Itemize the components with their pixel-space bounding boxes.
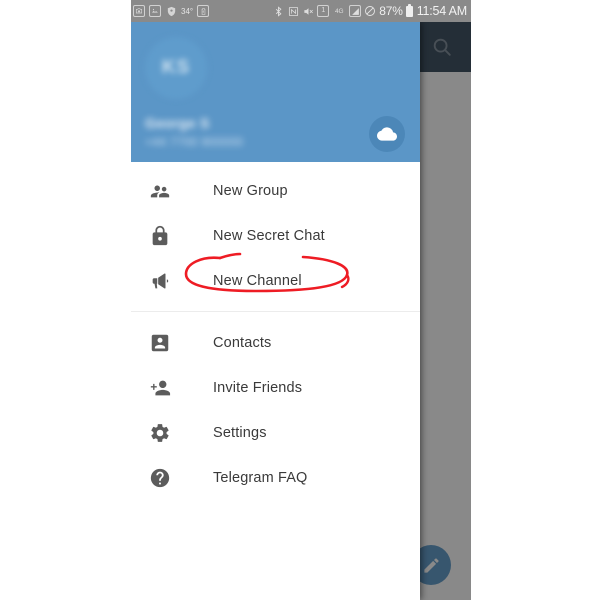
menu-item-settings[interactable]: Settings: [131, 410, 420, 455]
battery-percent-label: 87%: [379, 4, 403, 18]
search-icon[interactable]: [431, 36, 453, 58]
battery-icon: [405, 3, 413, 17]
mute-icon: [302, 5, 314, 17]
screenshot-icon: [133, 5, 145, 17]
avatar[interactable]: KS: [145, 37, 207, 99]
do-not-disturb-icon: [364, 5, 376, 17]
person-add-icon: [147, 375, 173, 401]
gear-icon: [147, 420, 173, 446]
menu-item-label: New Group: [213, 182, 288, 199]
pencil-icon: [423, 557, 439, 573]
menu-item-new-secret-chat[interactable]: New Secret Chat: [131, 213, 420, 293]
phone-screen: orner s. KS George S +44 7700 900000: [131, 0, 471, 600]
network-4g-icon: 4G: [332, 5, 346, 17]
nfc-icon: [287, 5, 299, 17]
avatar-initials: KS: [161, 57, 191, 78]
signal-bars-icon: [349, 5, 362, 17]
help-circle-icon: [147, 465, 173, 491]
network-4g-label: 4G: [334, 7, 344, 15]
navigation-drawer: KS George S +44 7700 900000 New Group Ne…: [131, 22, 420, 600]
bluetooth-icon: [272, 5, 284, 17]
menu-item-invite-friends[interactable]: Invite Friends: [131, 365, 420, 410]
menu-item-telegram-faq[interactable]: Telegram FAQ: [131, 455, 420, 500]
menu-item-label: Contacts: [213, 334, 272, 351]
image-icon: [149, 5, 161, 17]
megaphone-icon: [147, 268, 173, 294]
screenshot-canvas: orner s. KS George S +44 7700 900000: [0, 0, 600, 600]
cloud-icon[interactable]: [369, 116, 405, 152]
status-bar-right-icons: 1 4G 87% 11:54 AM: [272, 3, 467, 18]
menu-item-label: New Secret Chat: [213, 227, 325, 244]
profile-phone-number: +44 7700 900000: [145, 135, 244, 149]
status-bar: 34° 1 4G 87% 11:54 AM: [131, 0, 471, 22]
group-people-icon: [147, 178, 173, 204]
drawer-profile-header[interactable]: KS George S +44 7700 900000: [131, 22, 420, 162]
menu-item-new-channel[interactable]: New Channel: [131, 258, 420, 303]
menu-item-label: Settings: [213, 424, 267, 441]
clock-label: 11:54 AM: [416, 4, 467, 18]
sim-1-icon: 1: [317, 5, 330, 17]
menu-item-contacts[interactable]: Contacts: [131, 320, 420, 365]
profile-name: George S: [145, 115, 210, 131]
drawer-menu-list: New Group New Secret Chat New Channel Co…: [131, 162, 420, 500]
status-bar-left-icons: 34°: [133, 5, 210, 17]
lock-icon: [147, 223, 173, 249]
shield-vpn-icon: [165, 5, 177, 17]
contact-card-icon: [147, 330, 173, 356]
sim-1-label: 1: [321, 7, 326, 14]
battery-saver-icon: [197, 5, 210, 17]
temperature-label: 34°: [181, 6, 194, 16]
menu-item-label: Invite Friends: [213, 379, 303, 396]
menu-item-new-group[interactable]: New Group: [131, 168, 420, 213]
menu-divider: [131, 311, 420, 312]
menu-item-label: Telegram FAQ: [213, 469, 308, 486]
menu-item-label: New Channel: [213, 272, 302, 289]
